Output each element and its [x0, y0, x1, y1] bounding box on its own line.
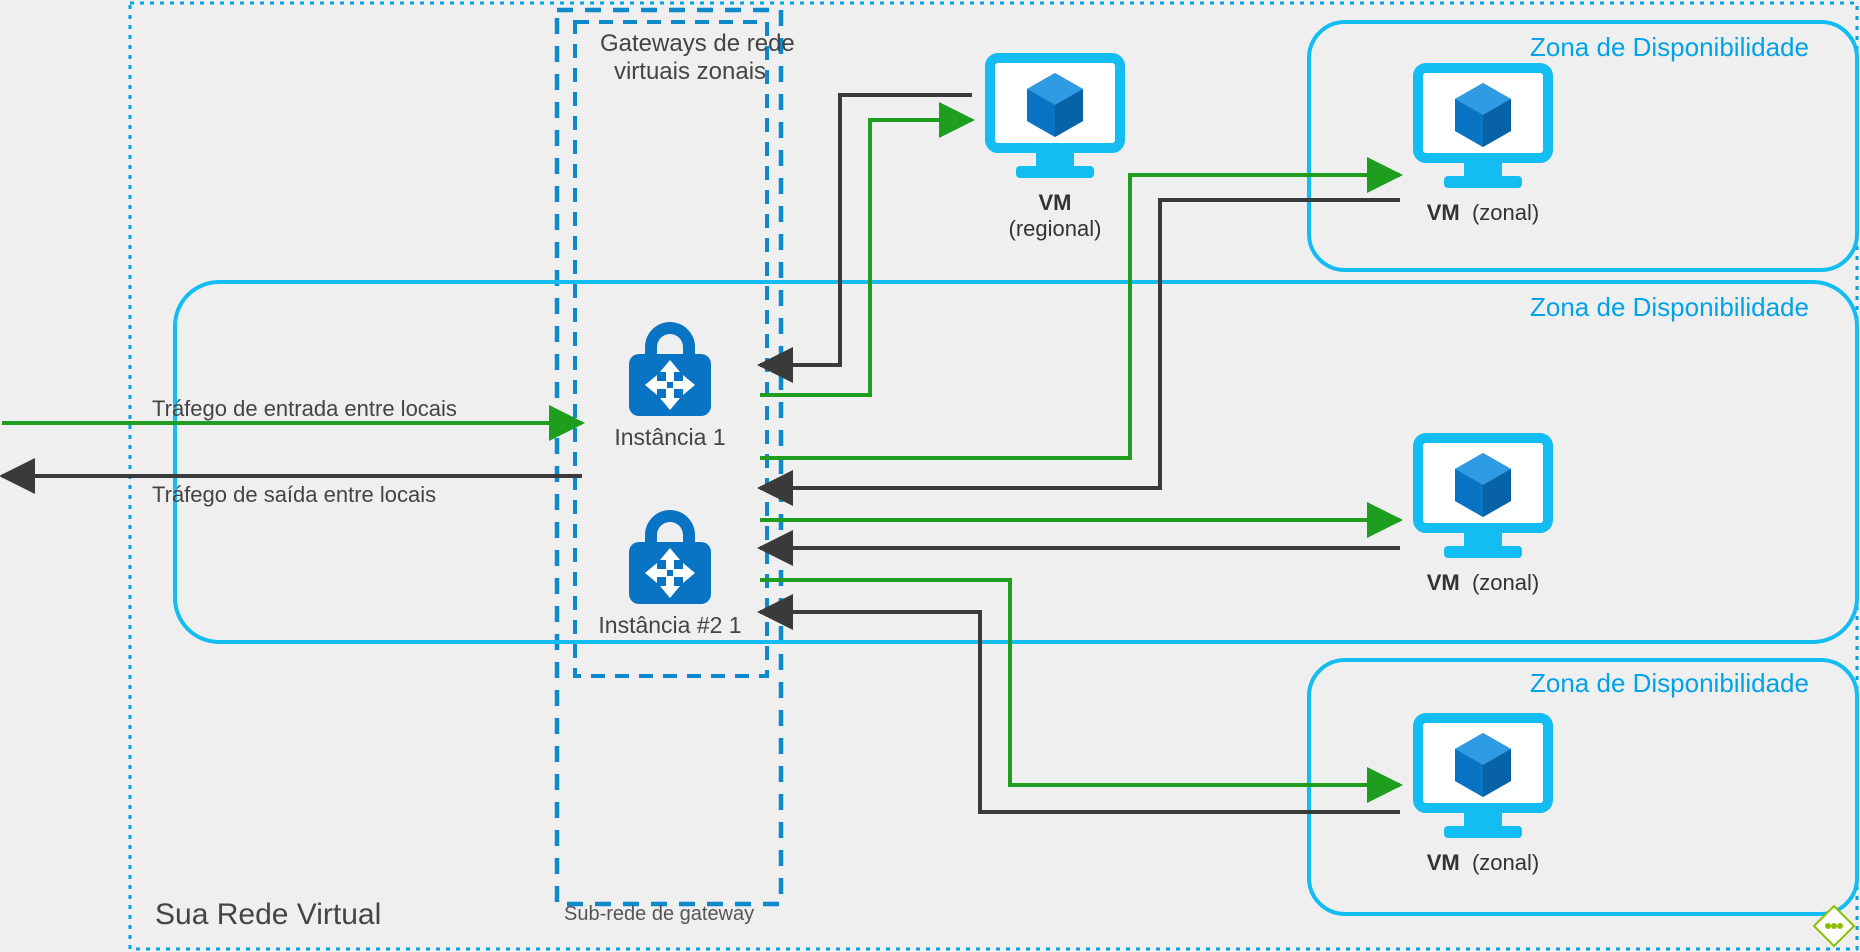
vm-regional: VM (regional): [980, 48, 1130, 242]
vm-zonal-mid-paren: (zonal): [1472, 570, 1539, 595]
diagram-svg: [0, 0, 1860, 952]
vm-monitor-icon: [1408, 58, 1558, 198]
gateway-instance-2: Instância #2 1: [590, 490, 750, 639]
vm-zonal-top-paren: (zonal): [1472, 200, 1539, 225]
vm-zonal-bot-label: VM: [1427, 850, 1460, 875]
resize-handle-icon: [1812, 904, 1856, 948]
traffic-in-label: Tráfego de entrada entre locais: [152, 396, 457, 422]
vm-zonal-middle: VM (zonal): [1408, 428, 1558, 596]
vm-regional-caption: VM (regional): [980, 190, 1130, 242]
vm-zonal-bottom: VM (zonal): [1408, 708, 1558, 876]
vm-zonal-bot-paren: (zonal): [1472, 850, 1539, 875]
lock-gateway-icon: [615, 490, 725, 610]
lock-gateway-icon: [615, 302, 725, 422]
zone-label-bottom: Zona de Disponibilidade: [1530, 668, 1809, 699]
diagram-canvas: { "vnet_title": "Sua Rede Virtual", "gat…: [0, 0, 1860, 952]
vm-zonal-top: VM (zonal): [1408, 58, 1558, 226]
zone-label-top: Zona de Disponibilidade: [1530, 32, 1809, 63]
vm-zonal-top-caption: VM (zonal): [1408, 200, 1558, 226]
traffic-out-label: Tráfego de saída entre locais: [152, 482, 436, 508]
vm-zonal-mid-caption: VM (zonal): [1408, 570, 1558, 596]
vm-monitor-icon: [1408, 708, 1558, 848]
resize-handle[interactable]: [1812, 904, 1856, 948]
vm-regional-paren: (regional): [1009, 216, 1102, 241]
gateway-subnet-label: Sub-rede de gateway: [564, 903, 754, 926]
gateway-group-line1: Gateways de rede: [600, 30, 780, 59]
vnet-title: Sua Rede Virtual: [155, 898, 381, 932]
instance1-label: Instância 1: [590, 424, 750, 451]
gateway-group-line2: virtuais zonais: [600, 58, 780, 87]
vm-monitor-icon: [980, 48, 1130, 188]
vm-monitor-icon: [1408, 428, 1558, 568]
gateway-instance-1: Instância 1: [590, 302, 750, 451]
vm-zonal-top-label: VM: [1427, 200, 1460, 225]
vm-zonal-mid-label: VM: [1427, 570, 1460, 595]
zone-label-middle: Zona de Disponibilidade: [1530, 292, 1809, 323]
instance2-label: Instância #2 1: [590, 612, 750, 639]
vm-zonal-bot-caption: VM (zonal): [1408, 850, 1558, 876]
vm-regional-label: VM: [1039, 190, 1072, 215]
